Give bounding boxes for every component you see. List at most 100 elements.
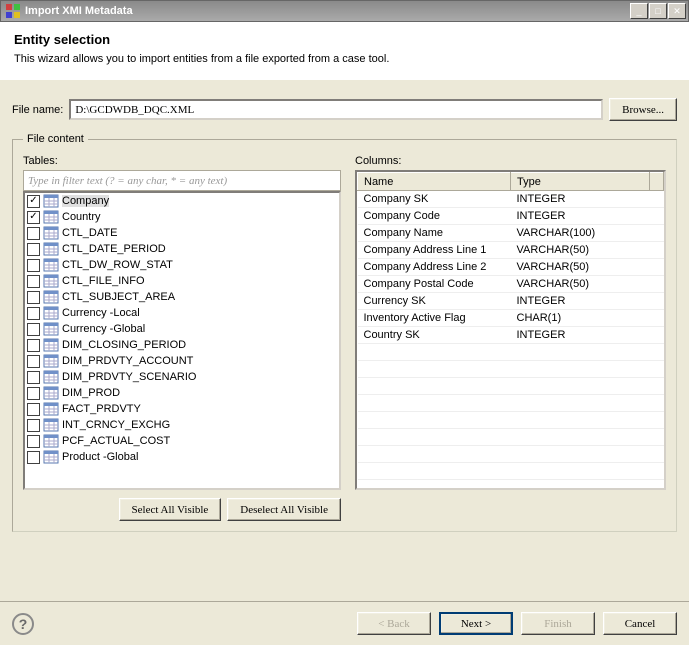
browse-button[interactable]: Browse... [609, 98, 677, 121]
table-name: CTL_DATE [62, 227, 117, 239]
table-name: CTL_FILE_INFO [62, 275, 145, 287]
table-name: Currency -Global [62, 323, 145, 335]
table-row[interactable]: Currency -Global [25, 321, 339, 337]
checkbox[interactable]: ✓ [27, 195, 40, 208]
table-row[interactable]: FACT_PRDVTY [25, 401, 339, 417]
table-row[interactable]: DIM_PRDVTY_ACCOUNT [25, 353, 339, 369]
checkbox[interactable] [27, 227, 40, 240]
table-icon [43, 194, 59, 208]
checkbox[interactable] [27, 339, 40, 352]
table-icon [43, 370, 59, 384]
table-row[interactable]: DIM_PRDVTY_SCENARIO [25, 369, 339, 385]
wizard-footer: ? < Back Next > Finish Cancel [0, 601, 689, 645]
titlebar: Import XMI Metadata _ □ ✕ [0, 0, 689, 22]
checkbox[interactable] [27, 275, 40, 288]
checkbox[interactable] [27, 419, 40, 432]
checkbox[interactable] [27, 307, 40, 320]
tables-list[interactable]: ✓ Company ✓ Country CTL_DATE CTL_DATE_PERIOD C… [23, 191, 341, 490]
empty-row [358, 429, 664, 446]
next-button[interactable]: Next > [439, 612, 513, 635]
column-row[interactable]: Company Address Line 2VARCHAR(50) [358, 259, 664, 276]
finish-button[interactable]: Finish [521, 612, 595, 635]
column-name: Company Address Line 2 [358, 259, 511, 276]
help-button[interactable]: ? [12, 613, 34, 635]
maximize-button[interactable]: □ [649, 3, 667, 19]
column-row[interactable]: Country SKINTEGER [358, 327, 664, 344]
column-type: INTEGER [511, 327, 650, 344]
column-header-name[interactable]: Name [358, 173, 511, 191]
table-row[interactable]: CTL_DATE_PERIOD [25, 241, 339, 257]
checkbox[interactable] [27, 451, 40, 464]
table-row[interactable]: CTL_SUBJECT_AREA [25, 289, 339, 305]
cancel-button[interactable]: Cancel [603, 612, 677, 635]
table-row[interactable]: Product -Global [25, 449, 339, 465]
table-name: DIM_PROD [62, 387, 120, 399]
back-button[interactable]: < Back [357, 612, 431, 635]
checkbox[interactable] [27, 291, 40, 304]
table-row[interactable]: ✓ Country [25, 209, 339, 225]
checkbox[interactable] [27, 387, 40, 400]
checkbox[interactable] [27, 435, 40, 448]
column-row[interactable]: Company SKINTEGER [358, 191, 664, 208]
empty-row [358, 463, 664, 480]
checkbox[interactable] [27, 371, 40, 384]
app-icon [5, 3, 21, 19]
column-row[interactable]: Company NameVARCHAR(100) [358, 225, 664, 242]
column-type: VARCHAR(50) [511, 276, 650, 293]
column-header-type[interactable]: Type [511, 173, 650, 191]
table-name: DIM_CLOSING_PERIOD [62, 339, 186, 351]
checkbox[interactable]: ✓ [27, 211, 40, 224]
column-type: INTEGER [511, 208, 650, 225]
table-name: Country [62, 211, 101, 223]
column-row[interactable]: Company Address Line 1VARCHAR(50) [358, 242, 664, 259]
checkbox[interactable] [27, 323, 40, 336]
table-row[interactable]: CTL_DW_ROW_STAT [25, 257, 339, 273]
table-name: FACT_PRDVTY [62, 403, 141, 415]
table-name: CTL_DATE_PERIOD [62, 243, 166, 255]
checkbox[interactable] [27, 355, 40, 368]
deselect-all-button[interactable]: Deselect All Visible [227, 498, 341, 521]
table-name: Company [62, 195, 109, 207]
checkbox[interactable] [27, 403, 40, 416]
table-row[interactable]: INT_CRNCY_EXCHG [25, 417, 339, 433]
table-icon [43, 306, 59, 320]
table-name: INT_CRNCY_EXCHG [62, 419, 170, 431]
table-name: DIM_PRDVTY_SCENARIO [62, 371, 196, 383]
table-row[interactable]: DIM_CLOSING_PERIOD [25, 337, 339, 353]
checkbox[interactable] [27, 259, 40, 272]
table-name: PCF_ACTUAL_COST [62, 435, 170, 447]
column-type: INTEGER [511, 293, 650, 310]
table-row[interactable]: CTL_FILE_INFO [25, 273, 339, 289]
filter-input[interactable] [23, 170, 341, 191]
table-name: CTL_SUBJECT_AREA [62, 291, 175, 303]
column-row[interactable]: Currency SKINTEGER [358, 293, 664, 310]
column-row[interactable]: Company CodeINTEGER [358, 208, 664, 225]
filename-label: File name: [12, 104, 63, 116]
table-row[interactable]: DIM_PROD [25, 385, 339, 401]
table-icon [43, 418, 59, 432]
minimize-button[interactable]: _ [630, 3, 648, 19]
column-type: VARCHAR(50) [511, 242, 650, 259]
column-row[interactable]: Company Postal CodeVARCHAR(50) [358, 276, 664, 293]
window-title: Import XMI Metadata [25, 5, 629, 17]
table-name: Currency -Local [62, 307, 140, 319]
table-icon [43, 386, 59, 400]
columns-table: Name Type Company SKINTEGERCompany CodeI… [355, 170, 666, 490]
table-icon [43, 450, 59, 464]
column-row[interactable]: Inventory Active FlagCHAR(1) [358, 310, 664, 327]
filename-input[interactable] [69, 99, 603, 120]
select-all-button[interactable]: Select All Visible [119, 498, 222, 521]
table-row[interactable]: Currency -Local [25, 305, 339, 321]
table-row[interactable]: PCF_ACTUAL_COST [25, 433, 339, 449]
table-name: CTL_DW_ROW_STAT [62, 259, 173, 271]
table-row[interactable]: CTL_DATE [25, 225, 339, 241]
page-title: Entity selection [14, 32, 675, 47]
column-header-spacer [650, 173, 664, 191]
empty-row [358, 480, 664, 491]
checkbox[interactable] [27, 243, 40, 256]
tables-label: Tables: [23, 155, 341, 167]
table-row[interactable]: ✓ Company [25, 193, 339, 209]
table-icon [43, 322, 59, 336]
close-button[interactable]: ✕ [668, 3, 686, 19]
wizard-header: Entity selection This wizard allows you … [0, 22, 689, 79]
